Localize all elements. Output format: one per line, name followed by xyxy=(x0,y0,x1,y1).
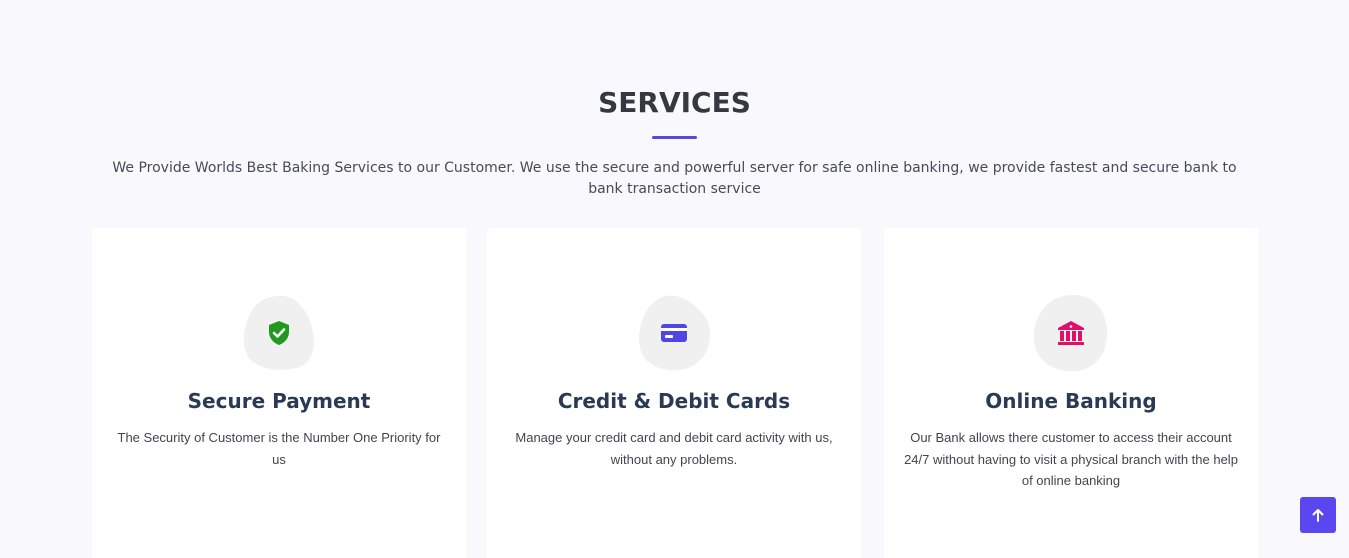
service-card-online-banking: Online Banking Our Bank allows there cus… xyxy=(884,228,1258,558)
service-card-credit-debit-cards: Credit & Debit Cards Manage your credit … xyxy=(487,228,861,558)
title-underline xyxy=(652,136,697,139)
service-description: Manage your credit card and debit card a… xyxy=(515,430,833,467)
service-description: The Security of Customer is the Number O… xyxy=(117,430,441,467)
section-title: SERVICES xyxy=(598,86,751,119)
arrow-up-icon xyxy=(1312,509,1324,522)
service-card-secure-payment: Secure Payment The Security of Customer … xyxy=(92,228,466,558)
section-description: We Provide Worlds Best Baking Services t… xyxy=(112,160,1237,197)
service-icon-wrap xyxy=(636,294,712,372)
service-title: Secure Payment xyxy=(187,389,371,413)
shield-check-icon xyxy=(269,321,289,345)
credit-card-icon xyxy=(661,324,687,342)
bank-icon xyxy=(1058,321,1084,345)
service-title: Online Banking xyxy=(985,389,1157,413)
service-title: Credit & Debit Cards xyxy=(557,389,791,413)
service-icon-wrap xyxy=(1033,294,1109,372)
back-to-top-button[interactable] xyxy=(1300,497,1336,533)
service-description: Our Bank allows there customer to access… xyxy=(904,430,1238,488)
service-icon-wrap xyxy=(241,294,317,372)
